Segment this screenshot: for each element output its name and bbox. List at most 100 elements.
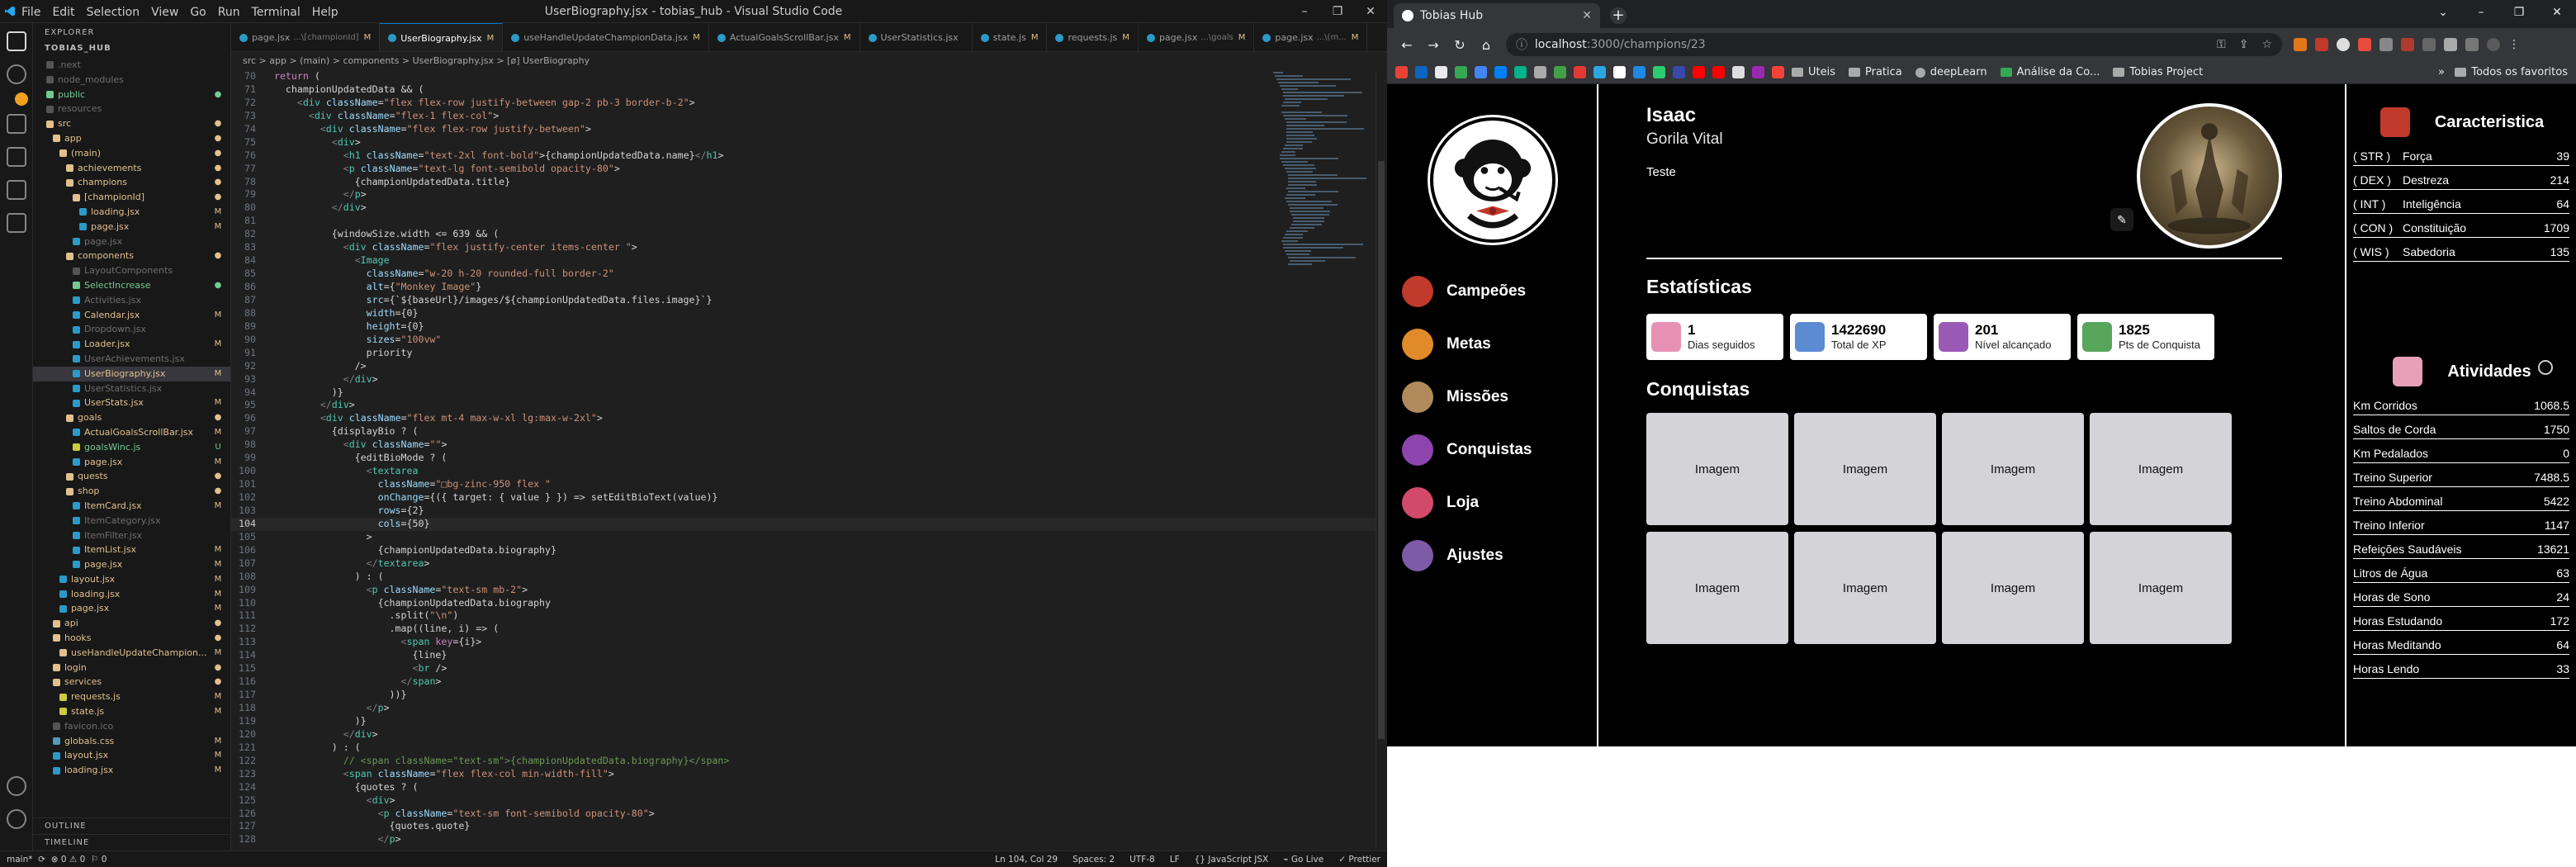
- tree-item[interactable]: Activities.jsx: [33, 293, 230, 308]
- key-icon[interactable]: ⚿: [2217, 38, 2226, 51]
- tree-item[interactable]: hooks ●: [33, 631, 230, 646]
- bookmark-icon[interactable]: [1574, 66, 1586, 78]
- drive-icon[interactable]: [1455, 66, 1467, 78]
- tree-item[interactable]: public ●: [33, 88, 230, 102]
- side-panel-icon[interactable]: [2465, 38, 2479, 51]
- close-icon[interactable]: ✕: [2538, 0, 2576, 25]
- bookmark-folder-pratica[interactable]: Pratica: [1849, 66, 1902, 78]
- tree-item[interactable]: services ●: [33, 675, 230, 689]
- tree-item[interactable]: UserStatistics.jsx: [33, 381, 230, 396]
- code-editor[interactable]: 70 return (71 championUpdatedData && (72…: [231, 70, 1387, 850]
- editor-tab[interactable]: requests.js M: [1047, 23, 1139, 51]
- bookmarks-overflow-icon[interactable]: »: [2438, 66, 2455, 78]
- cursor-position[interactable]: Ln 104, Col 29: [995, 855, 1058, 865]
- menu-item-file[interactable]: File: [21, 6, 40, 19]
- tree-item[interactable]: SelectIncrease ●: [33, 278, 230, 293]
- restore-icon[interactable]: ❐: [2500, 0, 2538, 25]
- editor-scrollbar[interactable]: [1376, 70, 1387, 850]
- editor-tab[interactable]: page.jsx ...\goals M: [1139, 23, 1255, 51]
- bookmark-icon[interactable]: [1653, 66, 1665, 78]
- extensions-icon[interactable]: [7, 180, 26, 200]
- youtube-icon[interactable]: [1693, 66, 1705, 78]
- tree-item[interactable]: components ●: [33, 249, 230, 263]
- tab-close-icon[interactable]: ✕: [1582, 9, 1592, 22]
- site-info-icon[interactable]: ⓘ: [1516, 36, 1535, 53]
- menu-item-edit[interactable]: Edit: [52, 6, 74, 19]
- activities-settings-icon[interactable]: [2538, 360, 2553, 375]
- extension-icon[interactable]: [2422, 38, 2436, 51]
- address-bar[interactable]: ⓘ localhost :3000/champions/23 ⚿ ⇪ ☆: [1506, 33, 2282, 56]
- extension-icon[interactable]: [2337, 38, 2350, 51]
- tree-item[interactable]: layout.jsx M: [33, 748, 230, 763]
- champion-biography[interactable]: Teste: [1646, 165, 1676, 179]
- tree-item[interactable]: page.jsx M: [33, 455, 230, 470]
- nav-item-campeões[interactable]: Campeões: [1402, 276, 1526, 307]
- menu-item-view[interactable]: View: [151, 6, 178, 19]
- nav-item-ajustes[interactable]: Ajustes: [1402, 540, 1503, 571]
- tree-item[interactable]: layout.jsx M: [33, 572, 230, 587]
- tree-item[interactable]: champions ●: [33, 175, 230, 190]
- encoding[interactable]: UTF-8: [1129, 855, 1155, 865]
- tree-item[interactable]: quests ●: [33, 469, 230, 484]
- tree-item[interactable]: LayoutComponents: [33, 263, 230, 278]
- indentation[interactable]: Spaces: 2: [1073, 855, 1115, 865]
- editor-tab[interactable]: UserStatistics.jsx: [860, 23, 973, 51]
- tree-item[interactable]: ItemList.jsx M: [33, 542, 230, 557]
- back-icon[interactable]: ←: [1394, 37, 1420, 53]
- tree-item[interactable]: Dropdown.jsx: [33, 322, 230, 337]
- search-icon[interactable]: [7, 64, 26, 84]
- menu-item-terminal[interactable]: Terminal: [252, 6, 301, 19]
- github-icon[interactable]: [1435, 66, 1447, 78]
- menu-item-help[interactable]: Help: [312, 6, 339, 19]
- reload-icon[interactable]: ↻: [1447, 37, 1473, 53]
- editor-tab[interactable]: page.jsx ...\[championId] M: [231, 23, 381, 51]
- tree-item[interactable]: useHandleUpdateChampion... M: [33, 646, 230, 661]
- nav-item-conquistas[interactable]: Conquistas: [1402, 434, 1532, 466]
- bookmark-icon[interactable]: [1772, 66, 1784, 78]
- editor-tab[interactable]: ActualGoalsScrollBar.jsx M: [709, 23, 860, 51]
- linkedin-icon[interactable]: [1415, 66, 1428, 78]
- bookmark-icon[interactable]: [1494, 66, 1507, 78]
- tree-item[interactable]: achievements ●: [33, 161, 230, 176]
- prettier-status[interactable]: ✓ Prettier: [1338, 855, 1380, 865]
- share-icon[interactable]: ⇪: [2239, 38, 2249, 51]
- info-status[interactable]: ⚐ 0: [91, 855, 107, 865]
- bookmark-folder-uteis[interactable]: Uteis: [1792, 66, 1835, 78]
- bookmark-icon[interactable]: [1534, 66, 1546, 78]
- menu-item-run[interactable]: Run: [218, 6, 240, 19]
- nav-item-missões[interactable]: Missões: [1402, 381, 1508, 413]
- bookmark-icon[interactable]: [1514, 66, 1527, 78]
- bookmark-deeplearn[interactable]: deepLearn: [1915, 66, 1987, 78]
- editor-tab[interactable]: page.jsx ...\(m... M: [1254, 23, 1368, 51]
- puzzle-icon[interactable]: [2444, 38, 2457, 51]
- achievement-card[interactable]: Imagem: [1794, 532, 1936, 644]
- editor-tab[interactable]: state.js M: [973, 23, 1048, 51]
- timeline-section[interactable]: TIMELINE: [33, 834, 231, 850]
- nav-item-metas[interactable]: Metas: [1402, 329, 1491, 360]
- tree-item[interactable]: UserBiography.jsx M: [33, 366, 230, 381]
- achievement-card[interactable]: Imagem: [1646, 413, 1788, 525]
- telegram-icon[interactable]: [1593, 66, 1606, 78]
- bookmark-icon[interactable]: [1613, 66, 1626, 78]
- tree-item[interactable]: UserStats.jsx M: [33, 396, 230, 410]
- app-logo[interactable]: [1430, 117, 1556, 243]
- home-icon[interactable]: ⌂: [1473, 37, 1499, 53]
- pdf-icon[interactable]: [2358, 38, 2371, 51]
- sync-icon[interactable]: ⟳: [38, 855, 45, 865]
- tree-item[interactable]: app ●: [33, 131, 230, 146]
- tree-item[interactable]: goalsWinc.js U: [33, 440, 230, 455]
- tree-item[interactable]: ItemFilter.jsx: [33, 528, 230, 543]
- bookmark-icon[interactable]: [1732, 66, 1745, 78]
- minimize-icon[interactable]: –: [1288, 0, 1321, 23]
- tree-item[interactable]: [championId] ●: [33, 190, 230, 205]
- new-tab-icon[interactable]: +: [1610, 7, 1627, 24]
- tree-item[interactable]: requests.js M: [33, 689, 230, 704]
- tree-item[interactable]: resources: [33, 102, 230, 116]
- problems-status[interactable]: ⊗ 0 ⚠ 0: [51, 855, 86, 865]
- tree-item[interactable]: node_modules: [33, 73, 230, 88]
- bookmark-icon[interactable]: [1554, 66, 1566, 78]
- source-control-icon[interactable]: [7, 114, 26, 134]
- all-bookmarks[interactable]: » Todos os favoritos: [2438, 66, 2568, 78]
- tree-item[interactable]: Loader.jsx M: [33, 337, 230, 352]
- explorer-icon[interactable]: [7, 31, 26, 51]
